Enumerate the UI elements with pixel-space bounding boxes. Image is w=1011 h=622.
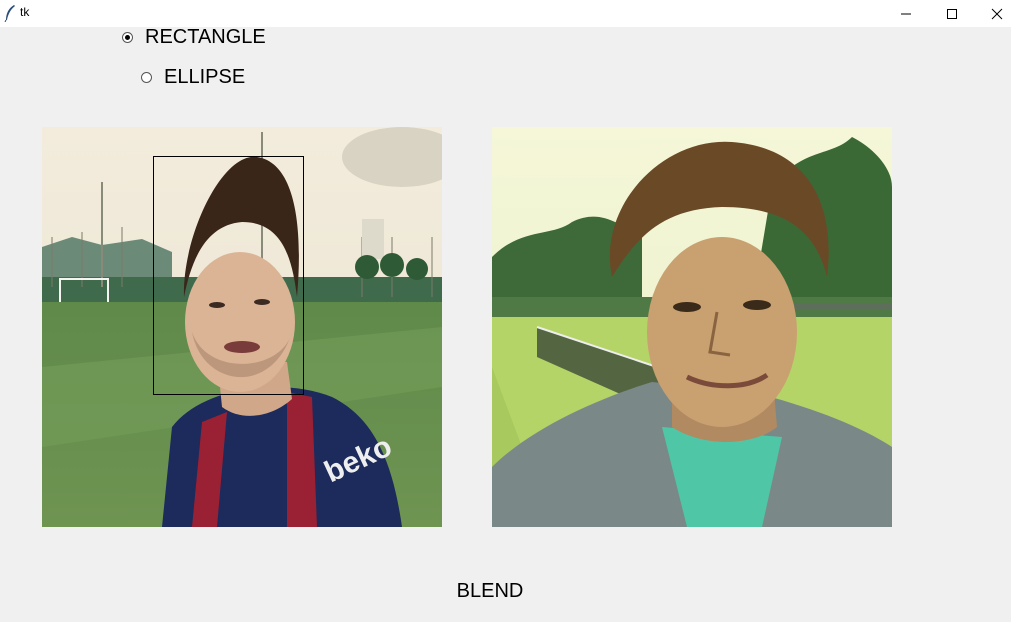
close-icon <box>991 8 1003 19</box>
target-photo <box>492 127 892 527</box>
minimize-icon <box>901 13 911 14</box>
window-title: tk <box>20 5 30 19</box>
feather-icon <box>4 5 15 22</box>
radio-ellipse-label: ELLIPSE <box>164 66 246 88</box>
radio-rectangle-label: RECTANGLE <box>145 26 266 48</box>
close-button[interactable] <box>974 0 1011 27</box>
maximize-button[interactable] <box>929 0 975 27</box>
maximize-icon <box>947 8 957 19</box>
target-image-canvas <box>492 127 892 527</box>
radio-unchecked-icon[interactable] <box>141 72 152 83</box>
minimize-button[interactable] <box>883 0 929 27</box>
selection-rectangle[interactable] <box>153 156 304 395</box>
radio-rectangle[interactable]: RECTANGLE <box>122 26 266 49</box>
blend-button[interactable]: BLEND <box>445 578 535 604</box>
radio-ellipse[interactable]: ELLIPSE <box>141 66 245 89</box>
radio-checked-icon[interactable] <box>122 32 133 43</box>
title-bar: tk <box>0 0 1011 27</box>
